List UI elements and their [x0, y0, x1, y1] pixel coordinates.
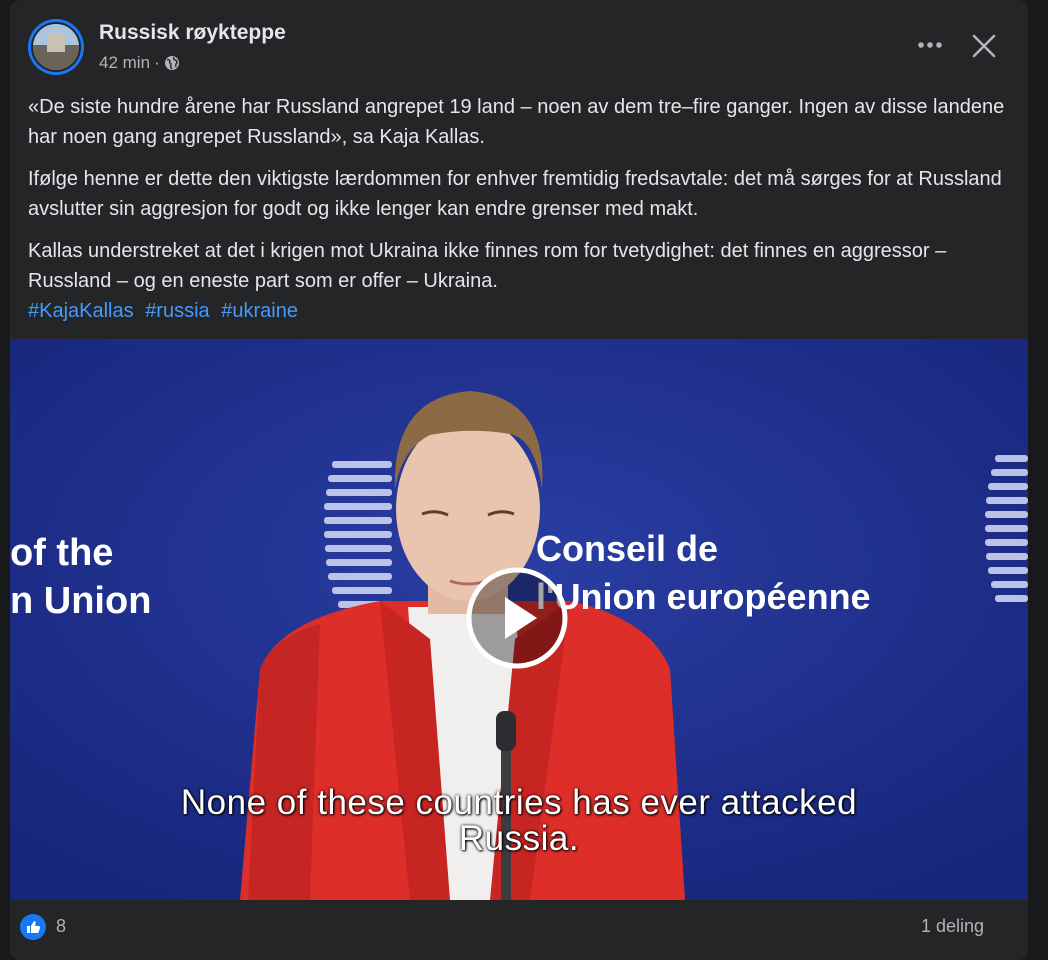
reaction-count[interactable]: 8	[56, 916, 66, 937]
video-player[interactable]: of the n Union Conseil de l'Union europé…	[10, 339, 1028, 900]
avatar-image	[31, 22, 81, 72]
play-icon[interactable]	[465, 566, 569, 670]
hashtag-link[interactable]: #KajaKallas	[28, 300, 134, 322]
like-icon[interactable]	[20, 914, 46, 940]
post-footer	[10, 900, 1028, 960]
post-header: Russisk røykteppe 42 min ·	[10, 0, 1028, 90]
hashtags: #KajaKallas #russia #ukraine	[28, 296, 1013, 326]
video-caption-line: None of these countries has ever attacke…	[180, 783, 858, 822]
video-caption-line: Russia.	[458, 819, 580, 858]
globe-icon	[164, 56, 179, 70]
meta-separator: ·	[154, 53, 160, 72]
page-avatar[interactable]	[28, 19, 84, 75]
post-time[interactable]: 42 min	[99, 53, 150, 73]
more-options-icon[interactable]	[912, 30, 948, 60]
share-count[interactable]: 1 deling	[921, 916, 984, 937]
post-card: Russisk røykteppe 42 min · «De siste hun…	[10, 0, 1028, 960]
post-paragraph: Kallas understreket at det i krigen mot …	[28, 240, 947, 292]
hashtag-link[interactable]: #ukraine	[221, 300, 298, 322]
post-text: «De siste hundre årene har Russland angr…	[28, 92, 1013, 326]
post-paragraph: «De siste hundre årene har Russland angr…	[28, 96, 1005, 148]
post-paragraph: Ifølge henne er dette den viktigste lærd…	[28, 168, 1002, 220]
backdrop-text-left: of the n Union	[10, 532, 152, 622]
post-meta: 42 min ·	[99, 53, 180, 73]
close-icon[interactable]	[968, 30, 1000, 62]
backdrop-text-center: Conseil de l'Union européenne	[536, 528, 871, 617]
hashtag-link[interactable]: #russia	[145, 300, 209, 322]
page-name-link[interactable]: Russisk røykteppe	[99, 21, 286, 45]
